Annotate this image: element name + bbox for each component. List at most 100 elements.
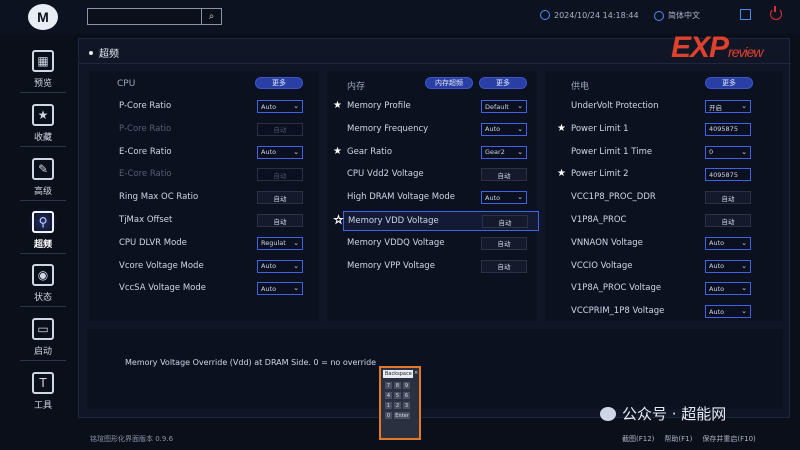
power-setting-row[interactable]: V1P8A_PROC Voltage Auto ⌄: [567, 279, 767, 299]
favorite-star-icon[interactable]: ★: [334, 215, 344, 227]
cpu-setting-row[interactable]: TjMax Offset 自动: [115, 211, 315, 231]
chevron-down-icon: ⌄: [293, 238, 299, 247]
sidebar-divider: [20, 360, 66, 361]
main-panel: 超频 EXPreview CPU 更多 P-Core Ratio Auto ⌄ P-C…: [78, 31, 791, 418]
memory-setting-row[interactable]: ★ Gear Ratio Gear2 ⌄: [333, 143, 539, 163]
help-shortcut[interactable]: 帮助(F1): [664, 434, 692, 444]
memory-more-button[interactable]: 更多: [479, 77, 527, 89]
setting-select[interactable]: Auto ⌄: [705, 305, 751, 319]
power-setting-row[interactable]: UnderVolt Protection 开启 ⌄: [567, 97, 767, 117]
setting-input[interactable]: 4095875: [705, 122, 751, 136]
power-setting-row[interactable]: VCCIO Voltage Auto ⌄: [567, 257, 767, 277]
power-more-button[interactable]: 更多: [705, 77, 753, 89]
setting-label: VCCIO Voltage: [571, 260, 633, 271]
setting-select[interactable]: Auto ⌄: [705, 259, 751, 273]
setting-select[interactable]: Auto ⌄: [481, 122, 527, 136]
setting-select[interactable]: Auto ⌄: [705, 236, 751, 250]
favorite-star-icon[interactable]: ★: [557, 123, 566, 134]
cpu-setting-row[interactable]: E-Core Ratio 自动: [115, 165, 315, 185]
power-setting-row[interactable]: ★ Power Limit 1 4095875: [557, 120, 767, 140]
keypad-key[interactable]: 6: [403, 392, 410, 399]
save-icon[interactable]: [740, 9, 751, 20]
language-selector[interactable]: 简体中文: [654, 10, 700, 21]
memory-setting-row[interactable]: ★ Memory Profile Default ⌄: [333, 97, 539, 117]
memory-setting-row[interactable]: Memory Frequency Auto ⌄: [343, 120, 539, 140]
keypad-key[interactable]: 0: [385, 412, 392, 419]
chevron-down-icon: ⌄: [293, 147, 299, 156]
keypad-key[interactable]: 2: [394, 402, 401, 409]
memory-setting-row[interactable]: Memory VPP Voltage 自动: [343, 257, 539, 277]
setting-button[interactable]: 自动: [481, 236, 527, 250]
sidebar-item-5[interactable]: ▭ 启动: [14, 310, 72, 360]
setting-input[interactable]: 4095875: [705, 168, 751, 182]
cpu-setting-row[interactable]: Ring Max OC Ratio 自动: [115, 188, 315, 208]
setting-select[interactable]: Auto ⌄: [705, 282, 751, 296]
power-icon[interactable]: [770, 6, 782, 20]
setting-button[interactable]: 自动: [482, 215, 528, 228]
power-setting-row[interactable]: VCCPRIM_1P8 Voltage Auto ⌄: [567, 302, 767, 322]
cpu-setting-row[interactable]: P-Core Ratio 自动: [115, 120, 315, 140]
memory-title: 内存: [347, 82, 366, 92]
sidebar-item-0[interactable]: ▦ 预览: [14, 42, 72, 92]
keypad-key[interactable]: 1: [385, 402, 392, 409]
save-reset-shortcut[interactable]: 保存并重启(F10): [702, 434, 755, 444]
memory-setting-row[interactable]: CPU Vdd2 Voltage 自动: [343, 165, 539, 185]
memory-setting-row[interactable]: Memory VDDQ Voltage 自动: [343, 234, 539, 254]
memory-oc-button[interactable]: 内存超频: [425, 77, 473, 89]
power-setting-row[interactable]: VNNAON Voltage Auto ⌄: [567, 234, 767, 254]
sidebar-item-3[interactable]: ⚲ 超频: [14, 203, 72, 253]
sidebar-item-2[interactable]: ✎ 高级: [14, 150, 72, 200]
setting-button[interactable]: 自动: [481, 259, 527, 273]
setting-button[interactable]: 自动: [257, 214, 303, 227]
screenshot-shortcut[interactable]: 截图(F12): [622, 434, 654, 444]
setting-button[interactable]: 自动: [705, 191, 751, 205]
setting-select[interactable]: Default ⌄: [481, 100, 527, 113]
keypad-key[interactable]: 8: [394, 382, 401, 389]
cpu-setting-row[interactable]: E-Core Ratio Auto ⌄: [115, 143, 315, 163]
cpu-setting-row[interactable]: Vcore Voltage Mode Auto ⌄: [115, 257, 315, 277]
cpu-title: CPU: [117, 79, 136, 89]
favorite-star-icon[interactable]: ★: [333, 100, 342, 111]
setting-value: Auto: [485, 193, 501, 202]
favorite-star-icon[interactable]: ★: [557, 168, 566, 179]
power-setting-row[interactable]: VCC1P8_PROC_DDR 自动: [567, 188, 767, 208]
setting-select[interactable]: Auto ⌄: [481, 191, 527, 205]
setting-select[interactable]: Auto ⌄: [257, 282, 303, 296]
setting-button[interactable]: 自动: [705, 214, 751, 227]
search-box[interactable]: ⌕: [87, 8, 222, 25]
setting-select[interactable]: Regulat ⌄: [257, 236, 303, 250]
keypad-key[interactable]: 3: [403, 402, 410, 409]
setting-select[interactable]: Auto ⌄: [257, 145, 303, 159]
power-setting-row[interactable]: ★ Power Limit 2 4095875: [557, 165, 767, 185]
setting-select[interactable]: Gear2 ⌄: [481, 145, 527, 159]
cpu-setting-row[interactable]: P-Core Ratio Auto ⌄: [115, 97, 315, 117]
sidebar-item-4[interactable]: ◉ 状态: [14, 256, 72, 306]
memory-setting-row[interactable]: High DRAM Voltage Mode Auto ⌄: [343, 188, 539, 208]
setting-select[interactable]: Auto ⌄: [257, 259, 303, 273]
keypad-key[interactable]: 7: [385, 382, 392, 389]
keypad-close-icon[interactable]: ×: [414, 370, 419, 378]
keypad-backspace[interactable]: Backspace: [383, 370, 413, 378]
keypad-key[interactable]: 5: [394, 392, 401, 399]
cpu-setting-row[interactable]: CPU DLVR Mode Regulat ⌄: [115, 234, 315, 254]
search-input[interactable]: [90, 10, 198, 23]
setting-button[interactable]: 自动: [481, 168, 527, 182]
sidebar-item-6[interactable]: T 工具: [14, 364, 72, 414]
setting-select[interactable]: 开启 ⌄: [705, 100, 751, 113]
search-icon[interactable]: ⌕: [201, 9, 221, 24]
setting-select[interactable]: 0 ⌄: [705, 145, 751, 159]
keypad-key[interactable]: 4: [385, 392, 392, 399]
cpu-more-button[interactable]: 更多: [255, 77, 303, 89]
power-setting-row[interactable]: V1P8A_PROC 自动: [567, 211, 767, 231]
favorite-star-icon[interactable]: ★: [333, 146, 342, 157]
keypad-key[interactable]: Enter: [394, 412, 410, 419]
keypad-key[interactable]: 9: [403, 382, 410, 389]
setting-select[interactable]: Auto ⌄: [257, 100, 303, 113]
sidebar: ▦ 预览 ★ 收藏 ✎ 高级 ⚲ 超频 ◉ 状态 ▭ 启动 T 工具: [14, 38, 72, 418]
memory-setting-row[interactable]: ★ Memory VDD Voltage 自动: [334, 211, 539, 231]
footer-shortcuts: 截图(F12) 帮助(F1) 保存并重启(F10): [622, 434, 756, 444]
sidebar-item-1[interactable]: ★ 收藏: [14, 96, 72, 146]
setting-button[interactable]: 自动: [257, 191, 303, 205]
power-setting-row[interactable]: Power Limit 1 Time 0 ⌄: [567, 143, 767, 163]
cpu-setting-row[interactable]: VccSA Voltage Mode Auto ⌄: [115, 279, 315, 299]
